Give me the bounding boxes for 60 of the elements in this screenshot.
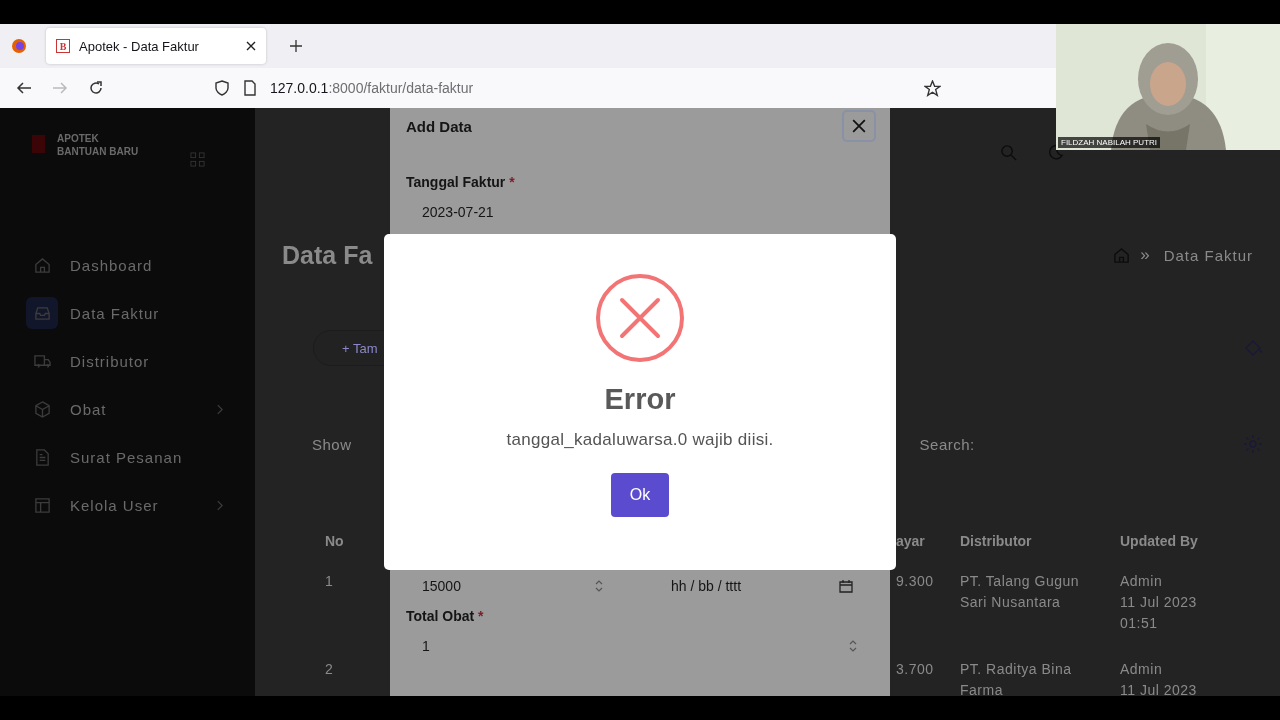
new-tab-icon[interactable]: [290, 40, 302, 52]
table-cell-text: 11 Jul 2023: [1120, 681, 1198, 696]
page-icon: [242, 80, 258, 96]
table-cell-text: 9.300: [896, 572, 934, 591]
close-icon: [852, 119, 866, 133]
number-field[interactable]: 15000: [406, 568, 620, 604]
tab-title: Apotek - Data Faktur: [79, 38, 200, 54]
participant-name: FILDZAH NABILAH PUTRI: [1058, 137, 1160, 148]
sidebar-item[interactable]: Kelola User: [0, 481, 255, 529]
number-field[interactable]: 1: [406, 628, 874, 664]
spinner-icon[interactable]: [594, 579, 604, 593]
star-icon[interactable]: [924, 79, 941, 97]
page-title: Data Fa: [282, 240, 373, 270]
sidebar-item[interactable]: Distributor: [0, 337, 255, 385]
logo-icon: [32, 135, 45, 153]
column-header[interactable]: Distributor: [960, 533, 1032, 549]
column-header[interactable]: Updated By: [1120, 533, 1230, 549]
browser-tab[interactable]: B Apotek - Data Faktur: [46, 28, 266, 64]
breadcrumb-current: Data Faktur: [1163, 246, 1253, 264]
table-cell-text: Admin: [1120, 572, 1164, 591]
sidebar-item[interactable]: Obat: [0, 385, 255, 433]
error-icon: [595, 273, 685, 363]
modal-title: Add Data: [406, 117, 472, 135]
date-field[interactable]: hh / bb / tttt: [655, 568, 869, 604]
table-cell-text: PT. Talang Gugun Sari Nusantara: [960, 572, 1081, 612]
url-text: 127.0.0.1:8000/faktur/data-faktur: [270, 80, 474, 96]
brand-name: BANTUAN BARU: [57, 145, 139, 158]
chevron-icon: [216, 499, 223, 511]
sidebar-item[interactable]: Dashboard: [0, 241, 255, 289]
breadcrumb-separator: »: [1140, 245, 1150, 265]
show-label: Show: [312, 435, 352, 453]
brand-name: APOTEK: [57, 132, 100, 145]
table-cell-text: 2: [325, 660, 334, 679]
table-cell-text: Admin: [1120, 660, 1164, 679]
field-label: Total Obat *: [406, 608, 485, 624]
field-label: Tanggal Faktur *: [406, 174, 516, 190]
column-header[interactable]: ayar: [896, 533, 925, 549]
favicon-icon: B: [56, 39, 70, 53]
calendar-icon[interactable]: [839, 579, 853, 593]
dialog-title: Error: [604, 383, 676, 416]
column-header[interactable]: No: [325, 533, 344, 549]
close-button[interactable]: [842, 110, 876, 142]
table-cell-text: PT. Raditya Bina Farma: [960, 660, 1073, 696]
date-field[interactable]: 2023-07-21: [406, 194, 874, 230]
firefox-icon[interactable]: [11, 38, 27, 54]
reload-icon[interactable]: [88, 80, 104, 96]
chevron-icon: [216, 403, 223, 415]
search-label: Search:: [919, 435, 976, 453]
sidebar-item[interactable]: Data Faktur: [0, 289, 255, 337]
ok-button[interactable]: Ok: [611, 473, 669, 517]
table-cell-text: 3.700: [896, 660, 934, 679]
spinner-icon[interactable]: [848, 639, 858, 653]
back-icon[interactable]: [16, 80, 32, 96]
table-cell-text: 01:51: [1120, 614, 1159, 633]
dialog-message: tanggal_kadaluwarsa.0 wajib diisi.: [506, 430, 774, 450]
close-icon[interactable]: [246, 41, 256, 51]
shield-icon: [214, 80, 230, 96]
sidebar-item[interactable]: Surat Pesanan: [0, 433, 255, 481]
table-cell-text: 11 Jul 2023: [1120, 593, 1198, 612]
table-cell-text: 1: [325, 572, 334, 591]
